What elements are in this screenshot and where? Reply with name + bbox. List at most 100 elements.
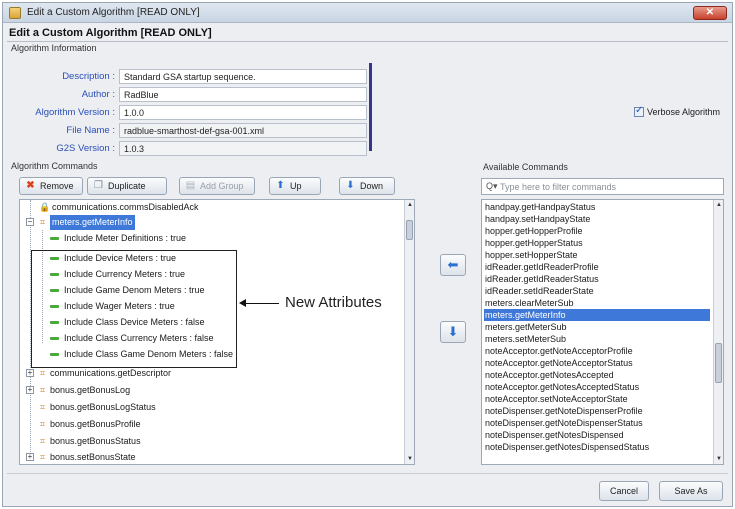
list-item[interactable]: noteDispenser.getNotesDispensedStatus [484, 441, 710, 453]
list-item[interactable]: meters.setMeterSub [484, 333, 710, 345]
tree-attr-label: Include Meter Definitions : true [64, 233, 187, 243]
author-field[interactable]: RadBlue [119, 87, 367, 102]
app-icon [9, 7, 21, 19]
command-icon: ⌗ [39, 436, 46, 446]
list-item[interactable]: noteDispenser.getNotesDispensed [484, 429, 710, 441]
version-field[interactable]: 1.0.0 [119, 105, 367, 120]
version-label: Algorithm Version : [35, 107, 115, 118]
list-item[interactable]: noteAcceptor.getNotesAcceptedStatus [484, 381, 710, 393]
tree-node-label: communications.getDescriptor [50, 368, 172, 378]
g2s-version-field[interactable]: 1.0.3 [119, 141, 367, 156]
add-group-icon: ▤ [185, 180, 196, 191]
scroll-down-icon[interactable]: ▼ [714, 454, 723, 464]
list-item[interactable]: handpay.getHandpayStatus [484, 201, 710, 213]
attribute-icon [50, 237, 59, 240]
filter-placeholder: Type here to filter commands [500, 182, 617, 192]
arrow-up-icon: ⬆ [276, 180, 285, 191]
file-name-field[interactable]: radblue-smarthost-def-gsa-001.xml [119, 123, 367, 138]
down-button[interactable]: ⬇ Down [339, 177, 395, 195]
callout-label: New Attributes [285, 294, 382, 311]
remove-button[interactable]: ✖ Remove [19, 177, 83, 195]
up-button[interactable]: ⬆ Up [269, 177, 321, 195]
search-icon: Q▾ [486, 181, 498, 191]
checkbox-icon[interactable] [633, 105, 644, 117]
callout-arrow-line [241, 303, 279, 304]
file-name-label: File Name : [66, 125, 115, 136]
remove-label: Remove [40, 181, 74, 191]
duplicate-label: Duplicate [108, 181, 146, 191]
cancel-button[interactable]: Cancel [599, 481, 649, 501]
arrow-left-icon: ⬅ [447, 257, 459, 272]
arrow-down-icon: ⬇ [447, 324, 459, 339]
duplicate-button[interactable]: ❐ Duplicate [87, 177, 167, 195]
tree-node-label: bonus.setBonusState [50, 452, 136, 462]
down-label: Down [360, 181, 384, 191]
expand-icon[interactable]: + [26, 369, 34, 377]
close-button[interactable]: ✕ [693, 6, 727, 20]
add-group-button[interactable]: ▤ Add Group [179, 177, 255, 195]
verbose-label: Verbose Algorithm [646, 107, 720, 117]
list-item[interactable]: hopper.setHopperState [484, 249, 710, 261]
remove-icon: ✖ [26, 180, 35, 191]
up-label: Up [290, 181, 302, 191]
tree-node-label: bonus.getBonusStatus [50, 436, 141, 446]
list-item[interactable]: noteAcceptor.getNoteAcceptorStatus [484, 357, 710, 369]
tree-node-label: communications.commsDisabledAck [52, 202, 199, 212]
description-field[interactable]: Standard GSA startup sequence. [119, 69, 367, 84]
command-icon: ⌗ [39, 368, 46, 378]
tree-scrollbar[interactable]: ▲ ▼ [404, 200, 414, 464]
duplicate-icon: ❐ [94, 180, 103, 191]
insert-command-button[interactable]: ⬇ [440, 321, 466, 343]
dialog-heading: Edit a Custom Algorithm [READ ONLY] [9, 27, 212, 39]
add-group-label: Add Group [200, 181, 244, 191]
list-item[interactable]: hopper.getHopperStatus [484, 237, 710, 249]
command-icon: ⌗ [39, 385, 46, 395]
lock-icon: 🔒 [39, 202, 51, 212]
title-bar[interactable]: Edit a Custom Algorithm [READ ONLY] ✕ [3, 3, 732, 23]
list-item-selected[interactable]: meters.getMeterInfo [484, 309, 710, 321]
command-icon: ⌗ [39, 419, 46, 429]
list-item[interactable]: meters.getMeterSub [484, 321, 710, 333]
description-label: Description : [62, 71, 115, 82]
author-label: Author : [81, 89, 115, 100]
g2s-version-label: G2S Version : [56, 143, 115, 154]
footer-divider [7, 473, 728, 474]
list-item[interactable]: noteDispenser.getNoteDispenserStatus [484, 417, 710, 429]
algorithm-commands-title: Algorithm Commands [11, 161, 98, 171]
available-scrollbar[interactable]: ▲ ▼ [713, 200, 723, 464]
scroll-up-icon[interactable]: ▲ [714, 200, 723, 210]
new-attributes-callout-box [31, 250, 237, 368]
heading-divider [7, 41, 728, 42]
list-item[interactable]: noteAcceptor.setNoteAcceptorState [484, 393, 710, 405]
arrow-down-icon: ⬇ [346, 180, 355, 191]
accent-divider [369, 63, 372, 151]
list-item[interactable]: noteDispenser.getNoteDispenserProfile [484, 405, 710, 417]
list-item[interactable]: idReader.setIdReaderState [484, 285, 710, 297]
filter-input[interactable]: Q▾ Type here to filter commands [481, 178, 724, 195]
expand-icon[interactable]: + [26, 453, 34, 461]
scroll-up-icon[interactable]: ▲ [405, 200, 414, 210]
algorithm-info-title: Algorithm Information [11, 43, 97, 53]
available-commands-list[interactable]: handpay.getHandpayStatus handpay.setHand… [481, 199, 724, 465]
list-item[interactable]: idReader.getIdReaderStatus [484, 273, 710, 285]
save-as-button[interactable]: Save As [659, 481, 723, 501]
add-command-button[interactable]: ⬅ [440, 254, 466, 276]
expand-icon[interactable]: + [26, 386, 34, 394]
verbose-algorithm-checkbox[interactable]: Verbose Algorithm [633, 105, 720, 117]
list-item[interactable]: hopper.getHopperProfile [484, 225, 710, 237]
list-item[interactable]: noteAcceptor.getNoteAcceptorProfile [484, 345, 710, 357]
collapse-icon[interactable]: − [26, 218, 34, 226]
command-icon: ⌗ [39, 217, 46, 227]
scroll-down-icon[interactable]: ▼ [405, 454, 414, 464]
tree-node-label: bonus.getBonusProfile [50, 419, 141, 429]
tree-node-label: bonus.getBonusLogStatus [50, 402, 156, 412]
dialog-window: Edit a Custom Algorithm [READ ONLY] ✕ Ed… [2, 2, 733, 507]
scroll-thumb[interactable] [406, 220, 413, 240]
list-item[interactable]: meters.clearMeterSub [484, 297, 710, 309]
window-title: Edit a Custom Algorithm [READ ONLY] [27, 7, 200, 18]
list-item[interactable]: noteAcceptor.getNotesAccepted [484, 369, 710, 381]
list-item[interactable]: handpay.setHandpayState [484, 213, 710, 225]
list-item[interactable]: idReader.getIdReaderProfile [484, 261, 710, 273]
scroll-thumb[interactable] [715, 343, 722, 383]
command-icon: ⌗ [39, 402, 46, 412]
